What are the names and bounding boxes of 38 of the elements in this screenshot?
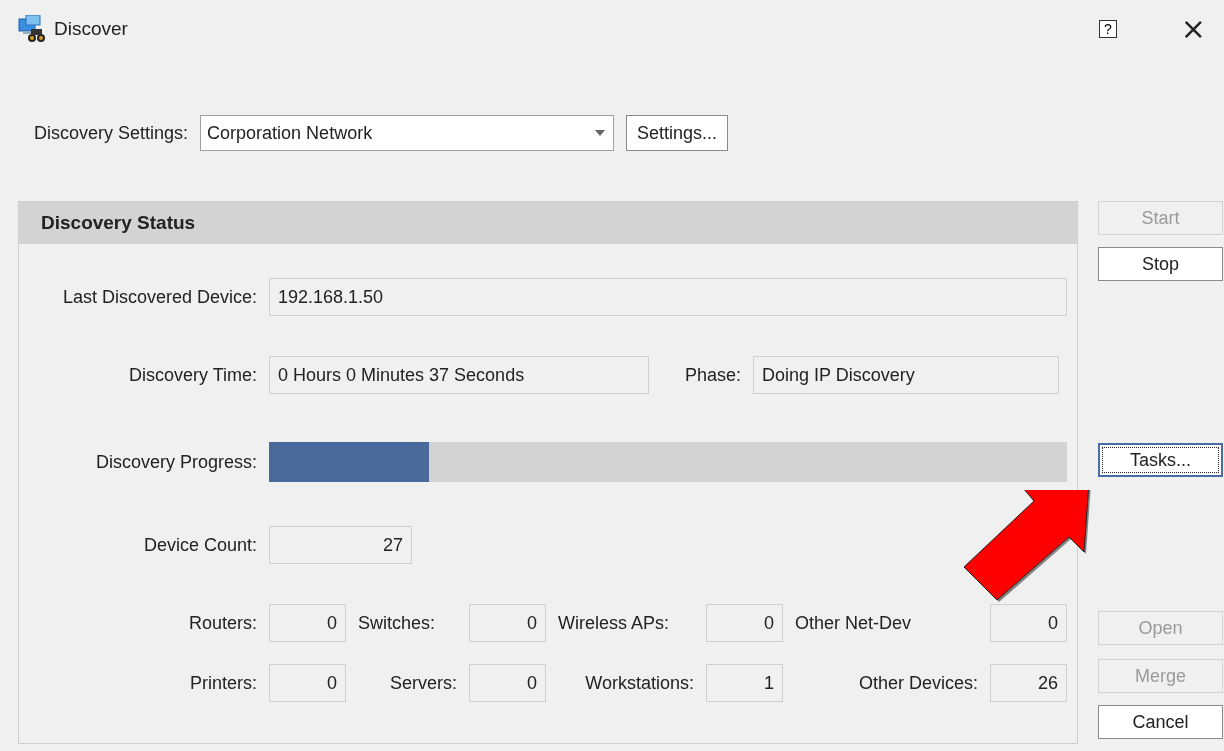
value-field: 0 [269, 604, 346, 642]
help-button[interactable]: ? [1098, 20, 1117, 38]
value-field: 27 [269, 526, 412, 564]
value-field: 0 [469, 664, 546, 702]
field-label: Last Discovered Device: [62, 286, 257, 308]
caret-icon [595, 130, 606, 136]
field-label: Printers: [189, 672, 257, 694]
panel-title: Discovery Status [41, 212, 196, 234]
window-title: Discover [54, 18, 129, 40]
field-label: Switches: [358, 612, 436, 634]
field-label: Device Count: [143, 534, 257, 556]
value-field: 26 [990, 664, 1067, 702]
field-label: Other Devices: [858, 672, 978, 694]
value-field: 1 [706, 664, 783, 702]
value-field: 0 [990, 604, 1067, 642]
field-label: Discovery Progress: [95, 451, 257, 473]
settings-button[interactable]: Settings... [626, 115, 729, 151]
field-label: Other Net-Dev [795, 612, 912, 634]
dialog-button[interactable]: Cancel [1098, 705, 1223, 739]
field-label: Workstations: [585, 672, 694, 694]
dialog-button[interactable]: Tasks... [1098, 443, 1223, 477]
settings-dropdown[interactable]: Corporation Network [200, 115, 615, 151]
value-field: 0 Hours 0 Minutes 37 Seconds [269, 356, 649, 394]
field-label: Routers: [188, 612, 257, 634]
value-field: 0 [706, 604, 783, 642]
value-field: 192.168.1.50 [269, 278, 1067, 316]
field-label: Wireless APs: [558, 612, 670, 634]
field-label: Discovery Time: [128, 364, 257, 386]
field-label: Phase: [685, 364, 742, 386]
network-binoculars-icon [16, 15, 46, 43]
field-label: Discovery Settings: [34, 122, 189, 144]
close-button[interactable]: × [1174, 14, 1212, 44]
dialog-button[interactable]: Stop [1098, 247, 1223, 281]
value-field: 0 [269, 664, 346, 702]
value-field: 0 [469, 604, 546, 642]
field-label: Servers: [389, 672, 457, 694]
value-field: Doing IP Discovery [753, 356, 1060, 394]
arrow-icon [963, 490, 1091, 602]
